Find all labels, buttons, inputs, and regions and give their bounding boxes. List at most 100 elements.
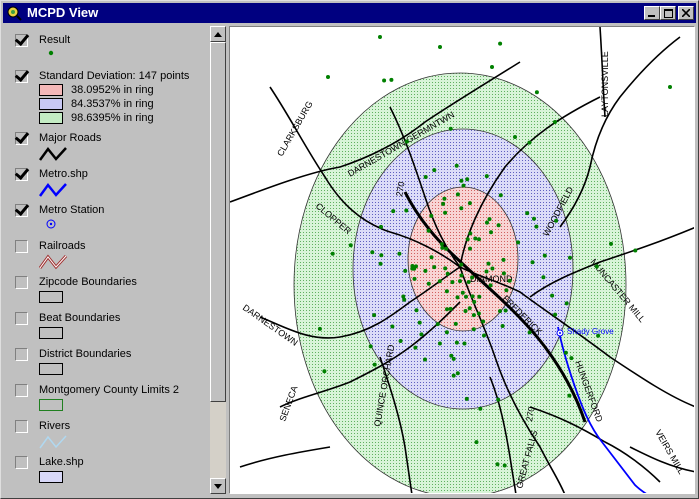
minimize-icon [648, 15, 655, 17]
theme-checkbox[interactable] [15, 70, 28, 83]
result-point [451, 356, 456, 361]
result-point [451, 373, 456, 378]
result-point [596, 333, 601, 338]
result-point [530, 260, 535, 265]
legend-scrollbar[interactable] [210, 26, 226, 494]
result-point [459, 178, 464, 183]
outer-ring-swatch [39, 112, 63, 124]
result-point [429, 255, 434, 260]
result-point [448, 126, 453, 131]
map-view[interactable]: Shady Grove LAYTONSVILLE CLARKSBURG DARN… [229, 26, 695, 494]
result-point [435, 322, 440, 327]
theme-name: District Boundaries [39, 348, 132, 360]
result-point [414, 308, 419, 313]
theme-checkbox[interactable] [15, 204, 28, 217]
theme-checkbox[interactable] [15, 34, 28, 47]
green-box-icon [39, 399, 63, 411]
theme-checkbox[interactable] [15, 240, 28, 253]
result-point [317, 326, 322, 331]
theme-metro-station[interactable]: Metro Station [5, 202, 210, 234]
result-point [402, 297, 407, 302]
theme-checkbox[interactable] [15, 420, 28, 433]
result-point [668, 85, 672, 89]
theme-checkbox[interactable] [15, 132, 28, 145]
application-window: MCPD View Result Standard Deviation: 147… [0, 0, 699, 499]
result-point [437, 279, 442, 284]
theme-name: Metro Station [39, 204, 105, 216]
box-icon [39, 327, 63, 339]
theme-checkbox[interactable] [15, 312, 28, 325]
theme-checkbox[interactable] [15, 276, 28, 289]
result-point [467, 306, 472, 311]
result-point [455, 295, 460, 300]
result-point [554, 218, 559, 223]
road-label: VEIRS MILL [653, 428, 686, 476]
theme-result[interactable]: Result [5, 32, 210, 62]
result-point [563, 350, 568, 355]
result-point [412, 276, 417, 281]
theme-standard-deviation[interactable]: Standard Deviation: 147 points 38.0952% … [5, 68, 210, 124]
road-label: DIAMOND [470, 274, 513, 284]
app-icon [7, 6, 22, 21]
theme-rivers[interactable]: Rivers [5, 418, 210, 450]
metro-station-icon[interactable] [556, 329, 564, 337]
theme-metro[interactable]: Metro.shp [5, 166, 210, 198]
result-point [534, 224, 539, 229]
theme-checkbox[interactable] [15, 384, 28, 397]
result-point [432, 265, 437, 270]
result-point [470, 294, 475, 299]
result-point [322, 369, 327, 374]
result-point [567, 393, 572, 398]
map-canvas[interactable]: Shady Grove LAYTONSVILLE CLARKSBURG DARN… [230, 27, 695, 494]
station-label: Shady Grove [567, 327, 614, 336]
theme-district-boundaries[interactable]: District Boundaries [5, 346, 210, 378]
result-point [490, 266, 495, 271]
maximize-button[interactable] [660, 6, 676, 20]
result-point [484, 174, 489, 179]
theme-county-limits[interactable]: Montgomery County Limits 2 [5, 382, 210, 414]
minimize-button[interactable] [644, 6, 660, 20]
result-point [502, 463, 507, 468]
theme-lake[interactable]: Lake.shp [5, 454, 210, 486]
result-point [423, 268, 428, 273]
result-point [448, 306, 453, 311]
result-point [471, 313, 476, 318]
close-icon [682, 9, 690, 17]
theme-railroads[interactable]: Railroads [5, 238, 210, 270]
result-point [477, 237, 481, 242]
result-point [443, 266, 448, 271]
result-point [468, 246, 472, 251]
result-point [426, 228, 431, 233]
result-point [504, 288, 509, 293]
scroll-up-button[interactable] [210, 26, 226, 42]
result-point [486, 261, 491, 266]
result-point [501, 271, 506, 276]
title-bar[interactable]: MCPD View [3, 3, 696, 23]
station-circle-icon [46, 219, 56, 229]
theme-zipcode-boundaries[interactable]: Zipcode Boundaries [5, 274, 210, 306]
scroll-thumb[interactable] [210, 42, 226, 402]
result-point [477, 294, 482, 299]
result-point [473, 236, 478, 241]
result-point [348, 243, 353, 248]
theme-checkbox[interactable] [15, 168, 28, 181]
theme-checkbox[interactable] [15, 456, 28, 469]
result-point [449, 353, 454, 358]
result-point [633, 248, 638, 253]
result-point [419, 332, 424, 337]
result-point [370, 250, 375, 255]
result-point [466, 280, 471, 284]
result-point [441, 201, 446, 206]
theme-major-roads[interactable]: Major Roads [5, 130, 210, 162]
result-point [550, 293, 555, 298]
result-point [440, 245, 445, 250]
theme-beat-boundaries[interactable]: Beat Boundaries [5, 310, 210, 342]
result-point [413, 345, 418, 350]
close-button[interactable] [678, 6, 694, 20]
result-point [594, 264, 599, 269]
theme-checkbox[interactable] [15, 348, 28, 361]
result-point [398, 339, 403, 343]
result-point [496, 397, 501, 402]
scroll-down-button[interactable] [210, 478, 226, 494]
theme-name: Lake.shp [39, 456, 84, 468]
